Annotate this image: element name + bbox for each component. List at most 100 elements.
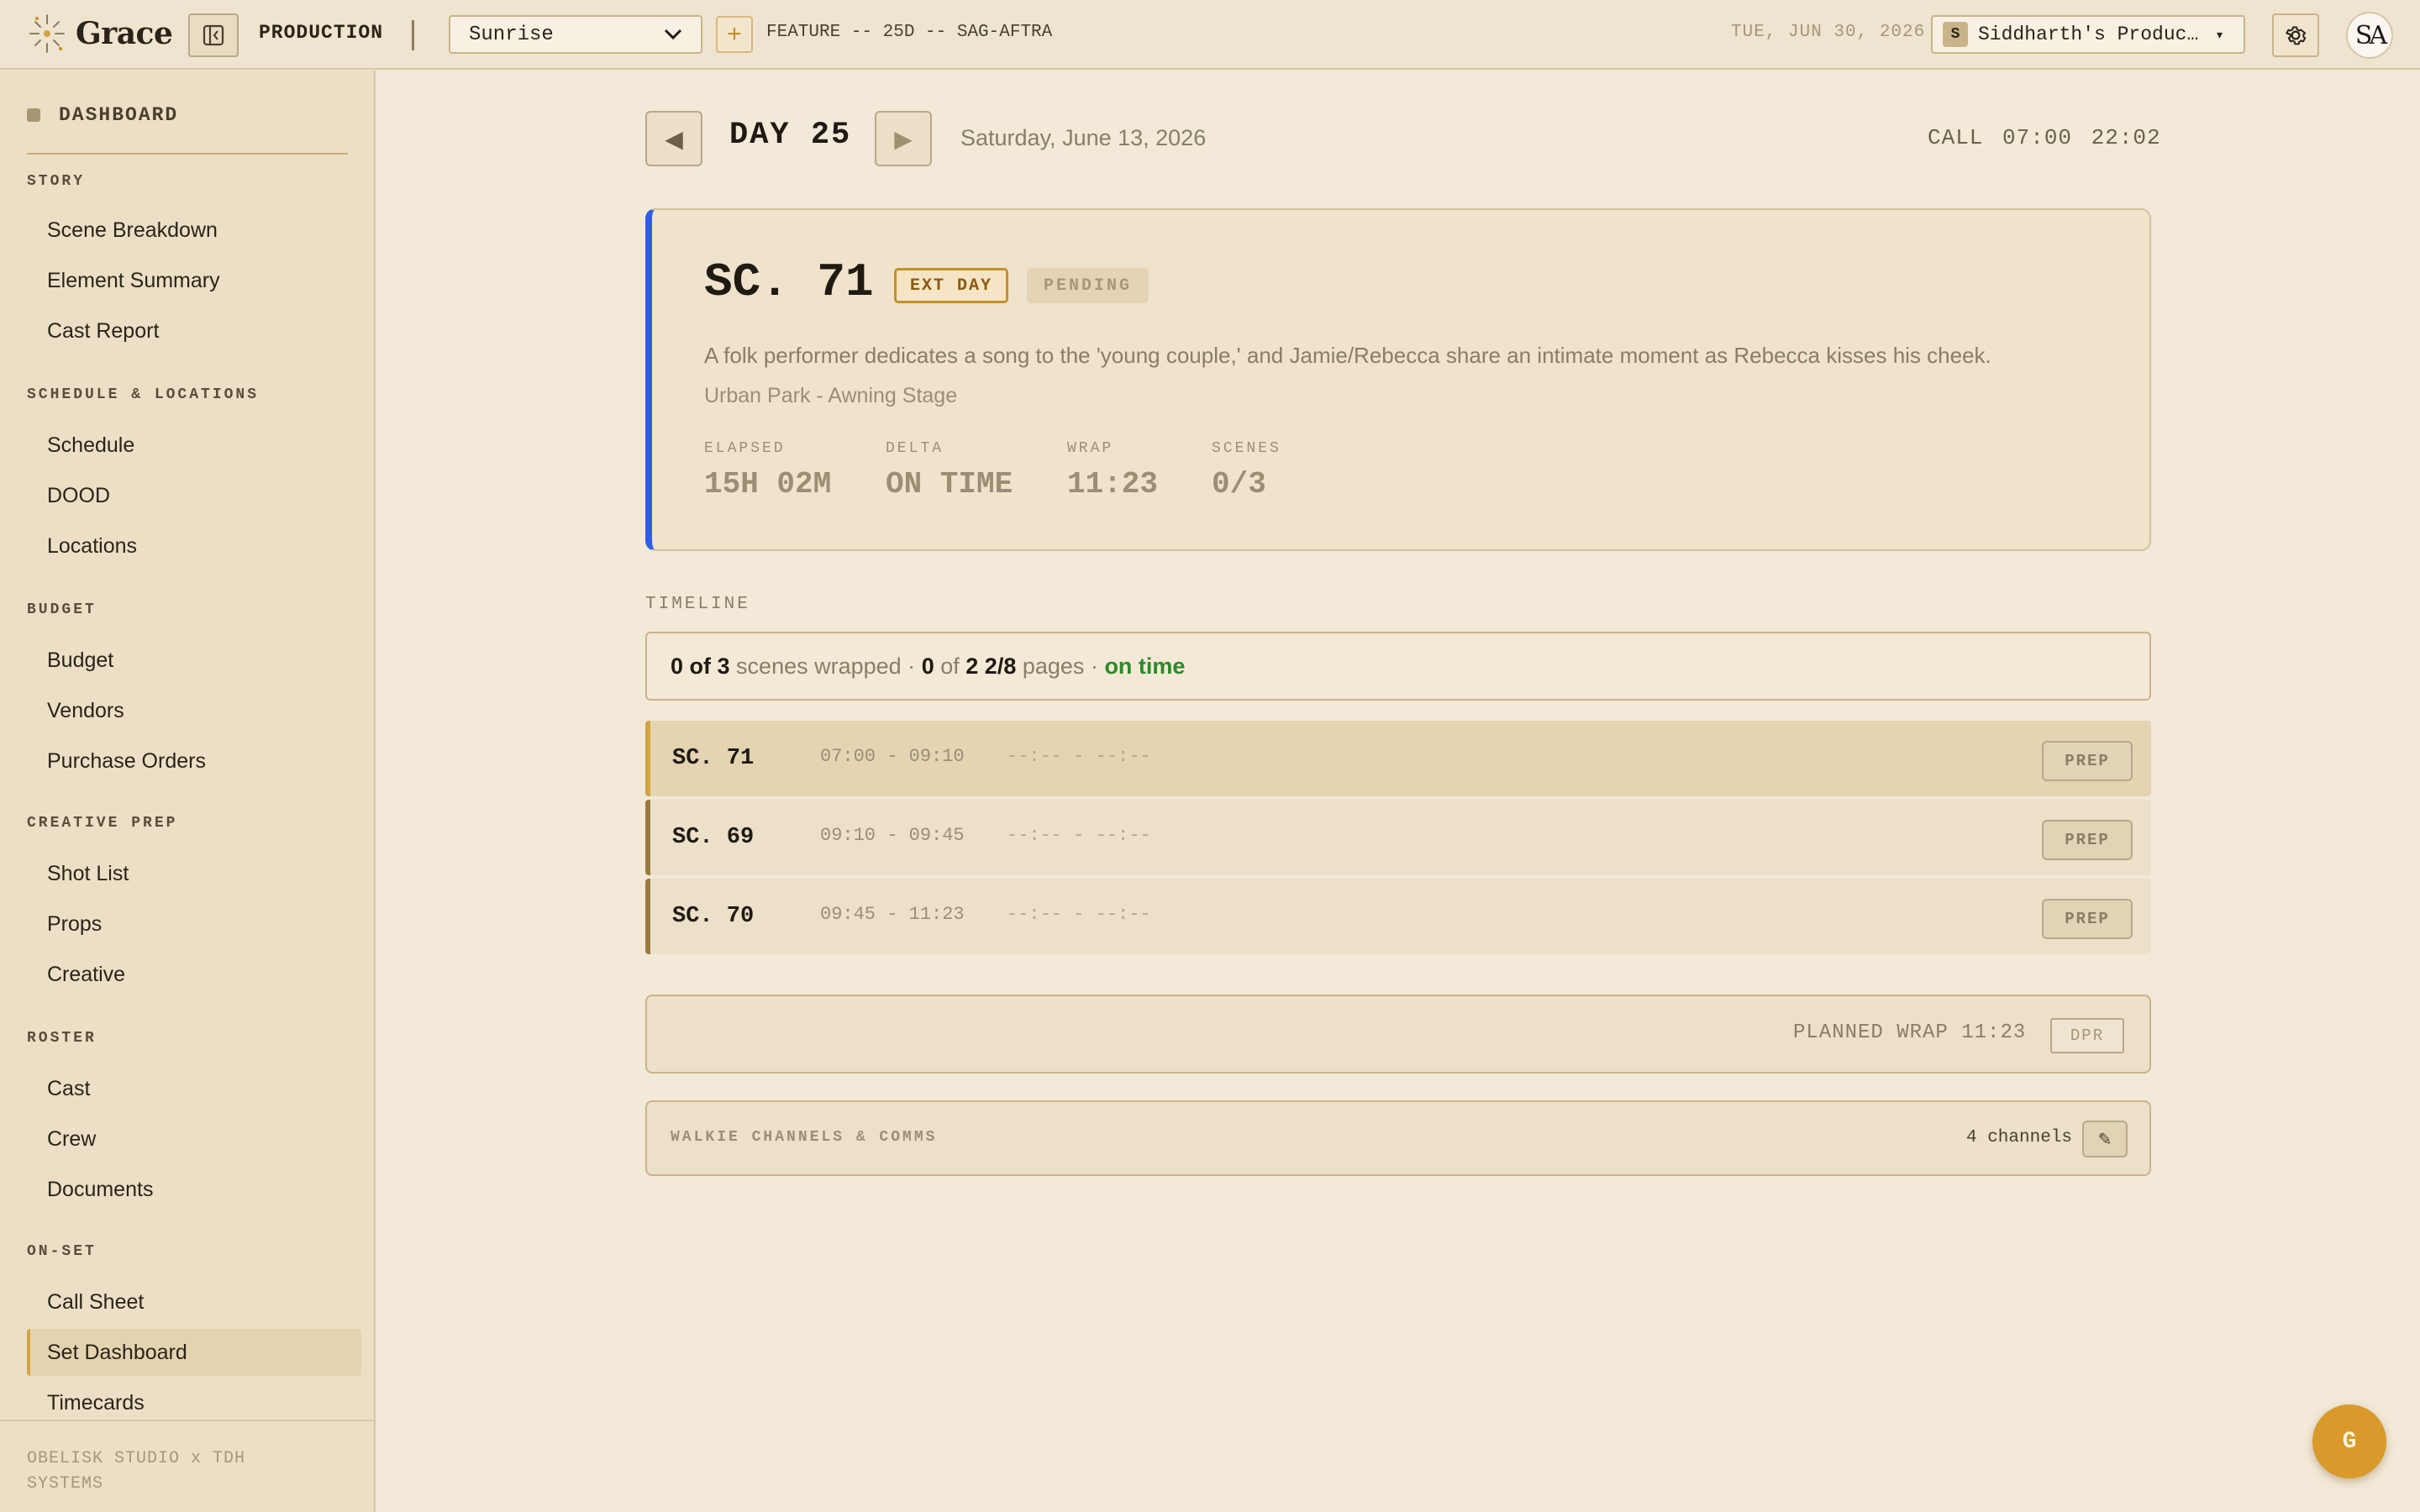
day-title: DAY 25 [729, 118, 852, 153]
channel-count: 4 channels [1966, 1128, 2073, 1147]
sidebar-item-schedule[interactable]: Schedule [27, 422, 361, 469]
org-badge: S [1943, 22, 1968, 47]
summary-text: pages · [1022, 653, 1098, 679]
timeline-heading: TIMELINE [645, 595, 750, 614]
sidebar-item-props[interactable]: Props [27, 900, 361, 948]
row-planned-time: 07:00 - 09:10 [820, 746, 965, 767]
row-planned-time: 09:45 - 11:23 [820, 904, 965, 925]
project-select[interactable]: Sunrise [449, 15, 702, 54]
sidebar-item-element-summary[interactable]: Element Summary [27, 257, 361, 304]
sidebar-item-dood[interactable]: DOOD [27, 472, 361, 519]
stat-value: 0/3 [1212, 467, 1266, 501]
row-actual-time: --:-- - --:-- [1007, 825, 1151, 846]
stat-value: 15H 02M [704, 467, 832, 501]
sidebar-item-vendors[interactable]: Vendors [27, 687, 361, 734]
chevron-down-icon [664, 29, 682, 40]
edit-channels-button[interactable]: ✎ [2082, 1121, 2128, 1158]
sidebar-item-cast-report[interactable]: Cast Report [27, 307, 361, 354]
user-avatar[interactable]: SA [2346, 12, 2393, 59]
org-name: Siddharth's Production [1978, 24, 2207, 45]
sidebar-item-creative[interactable]: Creative [27, 951, 361, 998]
row-actual-time: --:-- - --:-- [1007, 904, 1151, 925]
current-date: TUE, JUN 30, 2026 [1731, 23, 1926, 42]
sidebar-section-budget: BUDGET [27, 601, 97, 618]
sidebar-item-crew[interactable]: Crew [27, 1116, 361, 1163]
scene-time-badge: EXT DAY [894, 268, 1009, 303]
assistant-button[interactable]: G [2312, 1404, 2386, 1478]
stat-scenes: SCENES 0/3 [1212, 440, 1281, 501]
stat-elapsed: ELAPSED 15H 02M [704, 440, 831, 501]
footer-credit: OBELISK STUDIO x TDH SYSTEMS [27, 1449, 246, 1494]
timeline-row[interactable]: SC. 71 07:00 - 09:10 --:-- - --:-- PREP [645, 721, 2151, 796]
summary-text: scenes wrapped · [736, 653, 916, 679]
row-scene: SC. 69 [672, 825, 755, 850]
org-select[interactable]: S Siddharth's Production ▾ [1931, 15, 2245, 54]
timeline-row[interactable]: SC. 70 09:45 - 11:23 --:-- - --:-- PREP [645, 879, 2151, 954]
dashboard-icon [27, 108, 40, 122]
pages-done: 0 [921, 653, 934, 679]
dpr-button[interactable]: DPR [2050, 1018, 2124, 1053]
sidebar-item-shot-list[interactable]: Shot List [27, 850, 361, 897]
pencil-icon: ✎ [2097, 1130, 2112, 1149]
stat-label: SCENES [1212, 440, 1281, 457]
walkie-heading: WALKIE CHANNELS & COMMS [671, 1129, 938, 1146]
stat-value: 11:23 [1067, 467, 1159, 501]
sidebar-item-documents[interactable]: Documents [27, 1166, 361, 1213]
day-date: Saturday, June 13, 2026 [960, 125, 1207, 150]
prep-button[interactable]: PREP [2042, 820, 2133, 860]
sidebar-item-purchase-orders[interactable]: Purchase Orders [27, 738, 361, 785]
sidebar-item-dashboard[interactable]: DASHBOARD [27, 104, 178, 126]
section-label: PRODUCTION [259, 22, 384, 44]
row-scene: SC. 71 [672, 746, 755, 771]
prep-button[interactable]: PREP [2042, 741, 2133, 781]
scene-title: SC. 71 [704, 255, 874, 309]
settings-button[interactable] [2272, 13, 2319, 57]
collapse-sidebar-button[interactable] [188, 13, 239, 57]
top-bar: Grace PRODUCTION Sunrise + FEATURE -- 25… [0, 0, 2420, 70]
project-select-value: Sunrise [469, 23, 554, 46]
sidebar-item-set-dashboard[interactable]: Set Dashboard [27, 1329, 361, 1376]
sidebar-section-on-set: ON-SET [27, 1243, 97, 1260]
walkie-channels-panel[interactable]: WALKIE CHANNELS & COMMS 4 channels ✎ [645, 1100, 2151, 1176]
sidebar-item-locations[interactable]: Locations [27, 522, 361, 570]
timeline-summary: 0 of 3 scenes wrapped · 0 of 2 2/8 pages… [645, 632, 2151, 701]
project-meta: FEATURE -- 25D -- SAG-AFTRA [766, 23, 1053, 42]
planned-wrap: PLANNED WRAP 11:23 [1793, 1021, 2027, 1044]
row-actual-time: --:-- - --:-- [1007, 746, 1151, 767]
stat-wrap: WRAP 11:23 [1067, 440, 1158, 501]
schedule-status: on time [1104, 653, 1186, 679]
sidebar-section-roster: ROSTER [27, 1030, 97, 1047]
scene-description: A folk performer dedicates a song to the… [704, 343, 1991, 368]
app-name: Grace [76, 16, 173, 51]
stat-value: ON TIME [886, 467, 1013, 501]
stat-label: ELAPSED [704, 440, 786, 457]
sidebar-collapse-icon [203, 24, 224, 46]
sidebar-section-story: STORY [27, 173, 86, 190]
sidebar-footer: OBELISK STUDIO x TDH SYSTEMS [0, 1420, 374, 1512]
add-project-button[interactable]: + [716, 16, 753, 53]
timeline-row[interactable]: SC. 69 09:10 - 09:45 --:-- - --:-- PREP [645, 800, 2151, 875]
sidebar-item-call-sheet[interactable]: Call Sheet [27, 1278, 361, 1326]
divider [412, 20, 414, 50]
sidebar-item-budget[interactable]: Budget [27, 637, 361, 684]
next-day-button[interactable]: ▶ [875, 111, 932, 166]
row-planned-time: 09:10 - 09:45 [820, 825, 965, 846]
wrapped-count: 0 of 3 [671, 653, 730, 679]
stat-label: DELTA [886, 440, 944, 457]
current-scene-card: SC. 71 EXT DAY PENDING A folk performer … [645, 208, 2151, 551]
caret-down-icon: ▾ [2217, 27, 2223, 41]
gear-icon [2286, 26, 2307, 45]
planned-wrap-bar: PLANNED WRAP 11:23 DPR [645, 995, 2151, 1074]
sidebar-item-scene-breakdown[interactable]: Scene Breakdown [27, 207, 361, 254]
app-logo[interactable]: Grace [27, 12, 173, 55]
scene-location: Urban Park - Awning Stage [704, 384, 958, 407]
prep-button[interactable]: PREP [2042, 899, 2133, 939]
previous-day-button[interactable]: ◀ [645, 111, 702, 166]
sparkle-logo-icon [29, 14, 65, 53]
row-scene: SC. 70 [672, 904, 755, 929]
sidebar-item-cast[interactable]: Cast [27, 1065, 361, 1112]
sidebar-section-schedule: SCHEDULE & LOCATIONS [27, 386, 260, 403]
pages-total: 2 2/8 [965, 653, 1017, 679]
sidebar-item-label: DASHBOARD [59, 104, 179, 126]
sidebar: DASHBOARD STORY Scene Breakdown Element … [0, 71, 376, 1512]
